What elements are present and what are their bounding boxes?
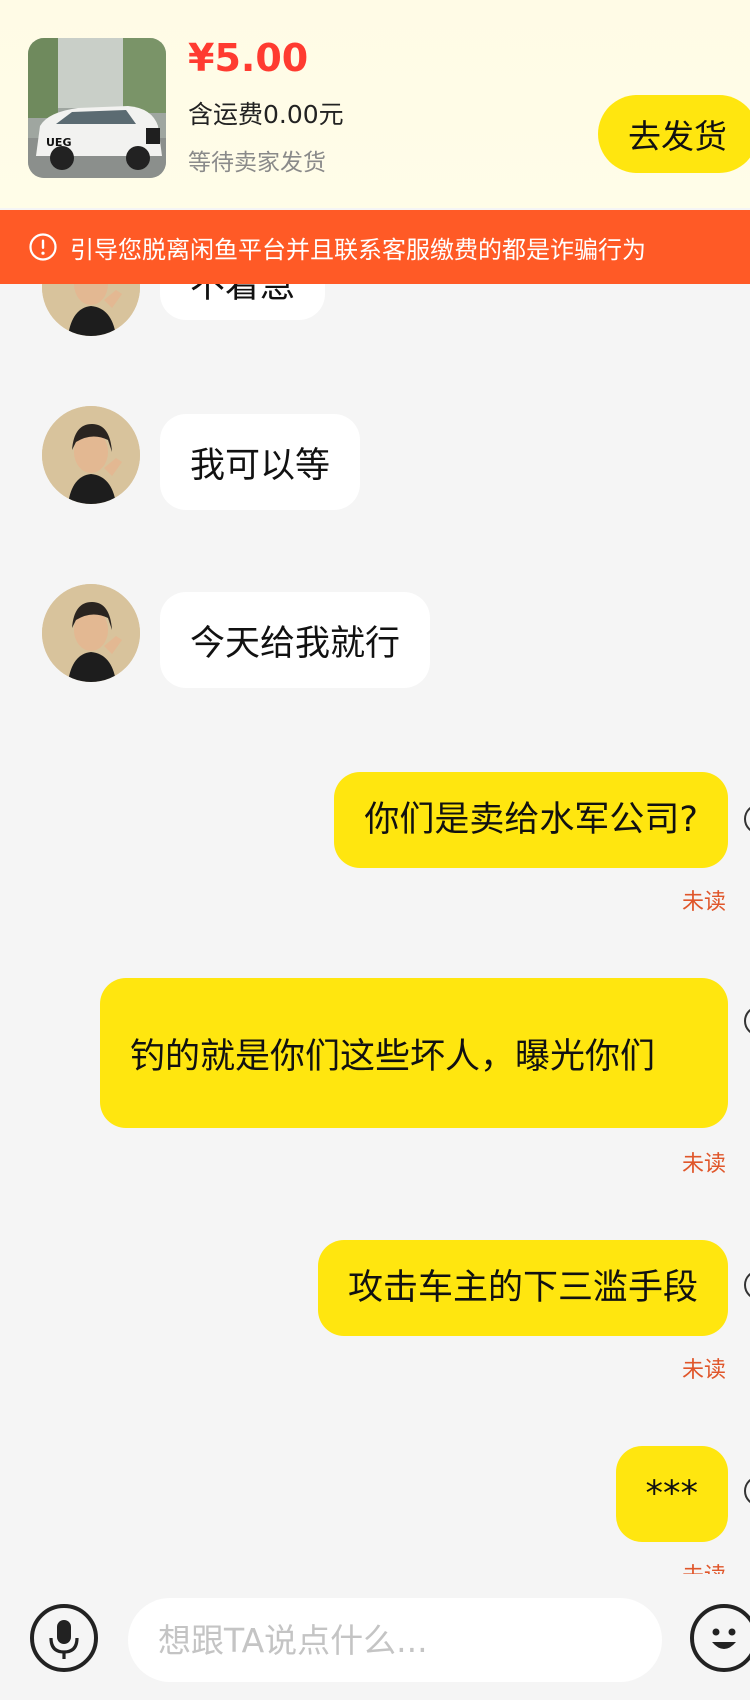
voice-button[interactable] (30, 1604, 98, 1672)
message-text: 不着急 (190, 284, 296, 306)
shipping-fee: 含运费0.00元 (188, 100, 344, 129)
chat-messages[interactable]: 不着急 我可以等 今天给我就行 你们是卖给水军公司? 未读 钓的就是你们这些坏人… (0, 284, 750, 1574)
read-status: 未读 (682, 1558, 726, 1574)
avatar-image (42, 406, 140, 504)
product-image: UEG (28, 38, 166, 178)
message-text: 今天给我就行 (190, 623, 401, 664)
read-status: 未读 (681, 1358, 726, 1383)
emoji-button[interactable] (690, 1604, 750, 1672)
message-bubble-outgoing[interactable]: 攻击车主的下三滥手段 (317, 1240, 728, 1336)
avatar-image (42, 584, 140, 682)
message-bubble-outgoing[interactable]: 钓的就是你们这些坏人，曝光你们 (100, 978, 728, 1128)
fraud-warning-banner: 引导您脱离闲鱼平台并且联系客服缴费的都是诈骗行为 (0, 210, 750, 284)
order-status: 等待卖家发货 (188, 150, 326, 176)
avatar[interactable] (42, 284, 140, 336)
message-bubble-incoming[interactable]: 我可以等 (160, 414, 361, 510)
warning-text: 引导您脱离闲鱼平台并且联系客服缴费的都是诈骗行为 (70, 235, 646, 264)
own-avatar-edge (744, 1006, 750, 1036)
input-bar (0, 1574, 750, 1700)
message-input[interactable] (128, 1598, 662, 1682)
message-bubble-incoming[interactable]: 不着急 (160, 284, 326, 320)
emoji-icon (712, 1628, 736, 1649)
svg-text:UEG: UEG (46, 136, 71, 149)
message-text: *** (645, 1474, 699, 1514)
ship-button[interactable]: 去发货 (598, 95, 750, 173)
message-text: 我可以等 (190, 445, 331, 486)
message-bubble-outgoing[interactable]: *** (615, 1446, 728, 1542)
product-thumbnail[interactable]: UEG (28, 38, 166, 178)
microphone-icon (49, 1620, 79, 1659)
message-text: 攻击车主的下三滥手段 (347, 1268, 698, 1308)
read-status: 未读 (681, 890, 726, 915)
own-avatar-edge (744, 1476, 750, 1506)
message-bubble-incoming[interactable]: 今天给我就行 (160, 592, 431, 688)
read-status: 未读 (681, 1152, 726, 1177)
avatar[interactable] (42, 406, 140, 504)
message-bubble-outgoing[interactable]: 你们是卖给水军公司? (334, 772, 728, 868)
order-price: ¥5.00 (188, 36, 309, 80)
own-avatar-edge (744, 1270, 750, 1300)
own-avatar-edge (744, 804, 750, 834)
info-circle-icon (29, 233, 57, 261)
message-text: 钓的就是你们这些坏人，曝光你们 (130, 1037, 656, 1077)
message-text: 你们是卖给水军公司? (364, 800, 698, 840)
avatar[interactable] (42, 584, 140, 682)
avatar-image (42, 284, 140, 336)
order-header: UEG ¥5.00 含运费0.00元 等待卖家发货 去发货 (0, 0, 750, 208)
